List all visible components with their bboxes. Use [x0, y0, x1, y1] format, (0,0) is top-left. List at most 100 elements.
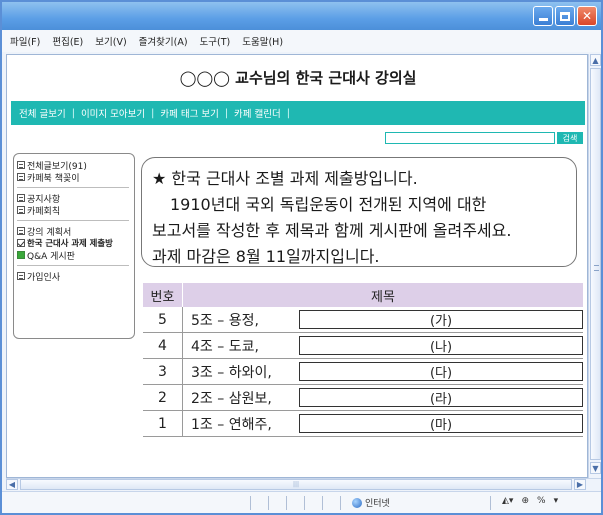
status-divider — [340, 496, 341, 510]
scroll-up-icon[interactable]: ▲ — [590, 54, 601, 66]
menu-file[interactable]: 파일(F) — [10, 34, 40, 48]
board-icon — [17, 173, 25, 181]
row-title[interactable]: 4조 – 도쿄, — [191, 336, 295, 356]
sidebar-item-label: Q&A 게시판 — [27, 251, 75, 262]
notice-box: ★ 한국 근대사 조별 과제 제출방입니다. 1910년대 국외 독립운동이 전… — [141, 157, 577, 267]
board-icon — [17, 161, 25, 169]
vertical-scrollbar[interactable]: ▲ ▼ — [588, 54, 601, 478]
menu-help[interactable]: 도움말(H) — [242, 34, 283, 48]
page-title: ◯◯◯ 교수님의 한국 근대사 강의실 — [179, 69, 417, 87]
sidebar-item-label: 카페북 책꽂이 — [27, 173, 80, 184]
menu-bar: 파일(F) 편집(E) 보기(V) 즐겨찾기(A) 도구(T) 도움말(H) — [2, 30, 601, 52]
minimize-button[interactable] — [533, 6, 553, 26]
search-button[interactable]: 검색 — [557, 132, 583, 144]
minimize-icon — [538, 18, 548, 21]
security-zone[interactable]: 인터넷 — [352, 496, 390, 509]
row-title[interactable]: 1조 – 연해주, — [191, 414, 295, 434]
table-row[interactable]: 5 5조 – 용정, (가) — [143, 307, 583, 333]
protected-mode-icon[interactable]: ◭▾ — [502, 496, 513, 506]
vertical-scroll-thumb[interactable] — [590, 68, 601, 460]
notice-line: 과제 마감은 8월 11일까지입니다. — [152, 247, 380, 266]
sidebar-item-notice[interactable]: 공지사항 — [17, 192, 134, 205]
menu-favorites[interactable]: 즐겨찾기(A) — [139, 34, 188, 48]
row-blank-box: (라) — [299, 388, 583, 407]
status-tools: ◭▾ ⊕ % ▾ — [502, 496, 558, 506]
notice-line: 1910년대 국외 독립운동이 전개된 지역에 대한 — [170, 195, 487, 214]
row-number: 5 — [143, 307, 183, 332]
post-table: 번호 제목 5 5조 – 용정, (가) 4 4조 – 도쿄, (나) 3 3조… — [143, 283, 583, 437]
sidebar-item-greetings[interactable]: 가입인사 — [17, 270, 134, 283]
page-viewport: ◯◯◯ 교수님의 한국 근대사 강의실 전체 글보기 | 이미지 모아보기 | … — [6, 54, 588, 478]
sidebar-group: 강의 계획서 한국 근대사 과제 제출방 Q&A 게시판 — [17, 225, 134, 262]
row-title[interactable]: 5조 – 용정, — [191, 310, 295, 330]
nav-calendar[interactable]: 카페 캘린더 — [234, 106, 281, 120]
row-blank-box: (가) — [299, 310, 583, 329]
nav-tag-view[interactable]: 카페 태그 보기 — [160, 106, 218, 120]
nav-divider: | — [71, 107, 75, 119]
board-icon — [17, 227, 25, 235]
horizontal-scrollbar[interactable]: ◀ ||| ▶ — [6, 478, 601, 490]
zoom-icon[interactable]: ⊕ — [521, 496, 529, 506]
cafe-nav-bar: 전체 글보기 | 이미지 모아보기 | 카페 태그 보기 | 카페 캘린더 | — [11, 101, 585, 125]
row-number: 3 — [143, 359, 183, 384]
row-title-cell: 1조 – 연해주, (마) — [183, 414, 583, 434]
table-row[interactable]: 4 4조 – 도쿄, (나) — [143, 333, 583, 359]
table-row[interactable]: 3 3조 – 하와이, (다) — [143, 359, 583, 385]
board-icon — [17, 272, 25, 280]
row-title[interactable]: 3조 – 하와이, — [191, 362, 295, 382]
menu-tools[interactable]: 도구(T) — [200, 34, 231, 48]
notice-line: 보고서를 작성한 후 제목과 함께 게시판에 올려주세요. — [152, 221, 512, 240]
sidebar-divider — [17, 220, 129, 221]
zone-label: 인터넷 — [365, 499, 390, 509]
sidebar-divider — [17, 187, 129, 188]
sidebar-item-qa[interactable]: Q&A 게시판 — [17, 249, 134, 262]
table-header: 번호 제목 — [143, 283, 583, 307]
sidebar-item-cafebook[interactable]: 카페북 책꽂이 — [17, 171, 134, 184]
maximize-icon — [560, 11, 570, 21]
maximize-button[interactable] — [555, 6, 575, 26]
nav-all-posts[interactable]: 전체 글보기 — [19, 106, 66, 120]
board-icon — [17, 206, 25, 214]
sidebar-item-rules[interactable]: 카페회칙 — [17, 204, 134, 217]
row-title[interactable]: 2조 – 삼원보, — [191, 388, 295, 408]
nav-divider: | — [151, 107, 155, 119]
status-divider — [322, 496, 323, 510]
table-row[interactable]: 2 2조 – 삼원보, (라) — [143, 385, 583, 411]
scroll-right-icon[interactable]: ▶ — [574, 479, 586, 490]
menu-edit[interactable]: 편집(E) — [52, 34, 83, 48]
sidebar-group: 전체글보기(91) 카페북 책꽂이 — [17, 159, 134, 184]
sidebar-group: 가입인사 — [17, 270, 134, 283]
sidebar-item-assignment-board[interactable]: 한국 근대사 과제 제출방 — [17, 237, 134, 249]
scroll-left-icon[interactable]: ◀ — [6, 479, 18, 490]
scroll-down-icon[interactable]: ▼ — [590, 462, 601, 474]
menu-view[interactable]: 보기(V) — [95, 34, 126, 48]
row-title-cell: 5조 – 용정, (가) — [183, 310, 583, 330]
close-button[interactable]: ✕ — [577, 6, 597, 26]
nav-image-gallery[interactable]: 이미지 모아보기 — [81, 106, 145, 120]
nav-divider: | — [286, 107, 290, 119]
chevron-down-icon[interactable]: ▾ — [554, 496, 559, 506]
sidebar-item-label: 한국 근대사 과제 제출방 — [27, 238, 113, 248]
sidebar-menu: 전체글보기(91) 카페북 책꽂이 공지사항 카페회칙 강의 계획서 한국 근대… — [13, 153, 135, 339]
nav-divider: | — [224, 107, 229, 119]
sidebar-item-all-posts[interactable]: 전체글보기(91) — [17, 159, 134, 172]
title-bar[interactable]: ✕ — [2, 2, 601, 30]
sidebar-divider — [17, 265, 129, 266]
row-title-cell: 3조 – 하와이, (다) — [183, 362, 583, 382]
close-icon: ✕ — [581, 9, 593, 23]
status-divider — [268, 496, 269, 510]
table-row[interactable]: 1 1조 – 연해주, (마) — [143, 411, 583, 437]
bbs-icon — [17, 251, 25, 259]
sidebar-item-syllabus[interactable]: 강의 계획서 — [17, 225, 134, 238]
header-title: 제목 — [371, 289, 395, 305]
window-controls: ✕ — [533, 6, 597, 26]
sidebar-item-label: 가입인사 — [27, 272, 61, 283]
row-number: 1 — [143, 411, 183, 436]
header-number: 번호 — [143, 283, 183, 307]
search-input[interactable] — [385, 132, 555, 144]
sidebar-group: 공지사항 카페회칙 — [17, 192, 134, 217]
row-title-cell: 4조 – 도쿄, (나) — [183, 336, 583, 356]
notice-line: ★ 한국 근대사 조별 과제 제출방입니다. — [152, 169, 418, 188]
zoom-level[interactable]: % — [537, 496, 546, 506]
horizontal-scroll-thumb[interactable]: ||| — [20, 479, 572, 490]
